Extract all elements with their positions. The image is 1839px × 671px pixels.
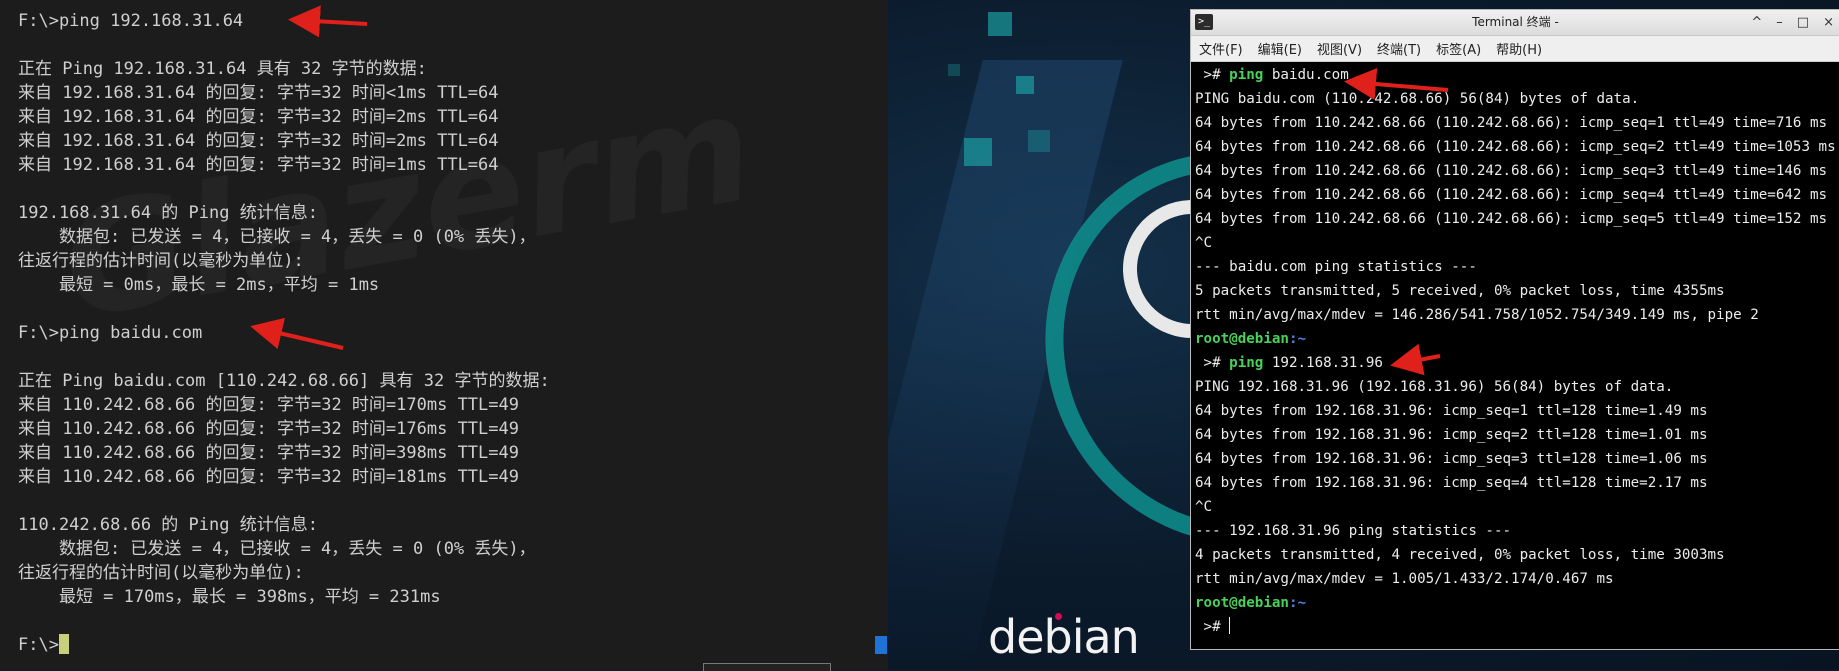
debian-logo: debian bbox=[988, 610, 1140, 664]
terminal-line: 来自 110.242.68.66 的回复: 字节=32 时间=176ms TTL… bbox=[18, 419, 519, 439]
shade-button[interactable]: ^ bbox=[1751, 15, 1762, 30]
terminal-line: 往返行程的估计时间(以毫秒为单位): bbox=[18, 251, 304, 271]
menu-edit[interactable]: 编辑(E) bbox=[1258, 39, 1302, 58]
terminal-line: 来自 192.168.31.64 的回复: 字节=32 时间<1ms TTL=6… bbox=[18, 83, 499, 103]
terminal-line: 最短 = 170ms，最长 = 398ms，平均 = 231ms bbox=[18, 587, 441, 607]
output-line: 5 packets transmitted, 5 received, 0% pa… bbox=[1195, 283, 1725, 299]
output-line: 64 bytes from 110.242.68.66 (110.242.68.… bbox=[1195, 115, 1828, 131]
terminal-line: 来自 192.168.31.64 的回复: 字节=32 时间=1ms TTL=6… bbox=[18, 155, 499, 175]
prompt-user: root@debian bbox=[1195, 331, 1289, 347]
wallpaper-square bbox=[1016, 76, 1034, 94]
terminal-line: F:\>ping baidu.com bbox=[18, 323, 203, 343]
terminal-line: 正在 Ping 192.168.31.64 具有 32 字节的数据: bbox=[18, 59, 427, 79]
output-line: 64 bytes from 192.168.31.96: icmp_seq=4 … bbox=[1195, 475, 1708, 491]
prompt-line: root@debian:~ bbox=[1195, 327, 1839, 351]
terminal-window[interactable]: >_ Terminal 终端 - ^ – □ × 文件(F) 编辑(E) 视图(… bbox=[1190, 9, 1839, 650]
output-line: 64 bytes from 192.168.31.96: icmp_seq=1 … bbox=[1195, 403, 1708, 419]
wallpaper-square bbox=[948, 64, 960, 76]
output-line: ^C bbox=[1195, 499, 1213, 515]
output-line: rtt min/avg/max/mdev = 1.005/1.433/2.174… bbox=[1195, 571, 1614, 587]
terminal-line: 数据包: 已发送 = 4，已接收 = 4，丢失 = 0 (0% 丢失)， bbox=[18, 539, 536, 559]
wallpaper-square bbox=[1028, 130, 1050, 152]
terminal-line: F:\>ping 192.168.31.64 bbox=[18, 11, 244, 31]
prompt-user: root@debian bbox=[1195, 595, 1289, 611]
prompt-symbol: ># bbox=[1195, 67, 1221, 83]
terminal-line: 192.168.31.64 的 Ping 统计信息: bbox=[18, 203, 318, 223]
terminal-line: 110.242.68.66 的 Ping 统计信息: bbox=[18, 515, 318, 535]
text-cursor bbox=[1229, 617, 1231, 634]
window-titlebar[interactable]: >_ Terminal 终端 - ^ – □ × bbox=[1191, 10, 1839, 36]
terminal-output: F:\>ping 192.168.31.64 正在 Ping 192.168.3… bbox=[18, 9, 888, 657]
maximize-button[interactable]: □ bbox=[1797, 15, 1809, 30]
command-line: ># ping 192.168.31.96 bbox=[1195, 351, 1839, 375]
output-line: PING 192.168.31.96 (192.168.31.96) 56(84… bbox=[1195, 379, 1674, 395]
prompt-path: :~ bbox=[1288, 595, 1307, 611]
output-line: 64 bytes from 110.242.68.66 (110.242.68.… bbox=[1195, 139, 1836, 155]
menu-file[interactable]: 文件(F) bbox=[1199, 39, 1243, 58]
terminal-line: 最短 = 0ms，最长 = 2ms，平均 = 1ms bbox=[18, 275, 380, 295]
window-controls: ^ – □ × bbox=[1751, 10, 1834, 35]
output-line: 4 packets transmitted, 4 received, 0% pa… bbox=[1195, 547, 1725, 563]
output-line: ^C bbox=[1195, 235, 1213, 251]
close-button[interactable]: × bbox=[1823, 15, 1834, 30]
command-line: ># ping baidu.com bbox=[1195, 63, 1839, 87]
output-line: 64 bytes from 192.168.31.96: icmp_seq=2 … bbox=[1195, 427, 1708, 443]
prompt-symbol: ># bbox=[1195, 619, 1221, 635]
command-arg: 192.168.31.96 bbox=[1271, 355, 1383, 371]
window-title: Terminal 终端 - bbox=[1472, 15, 1559, 29]
debian-logo-dot bbox=[1055, 613, 1062, 620]
command-arg: baidu.com bbox=[1271, 67, 1349, 83]
terminal-line: 往返行程的估计时间(以毫秒为单位): bbox=[18, 563, 304, 583]
output-line: 64 bytes from 110.242.68.66 (110.242.68.… bbox=[1195, 187, 1828, 203]
wallpaper-square bbox=[988, 12, 1012, 36]
menu-view[interactable]: 视图(V) bbox=[1317, 39, 1362, 58]
terminal-line: 数据包: 已发送 = 4，已接收 = 4，丢失 = 0 (0% 丢失)， bbox=[18, 227, 536, 247]
terminal-line: 来自 192.168.31.64 的回复: 字节=32 时间=2ms TTL=6… bbox=[18, 107, 499, 127]
text-cursor bbox=[58, 634, 69, 654]
terminal-output[interactable]: ># ping baidu.com PING baidu.com (110.24… bbox=[1195, 63, 1839, 639]
output-line: --- baidu.com ping statistics --- bbox=[1195, 259, 1477, 275]
prompt-symbol: ># bbox=[1195, 355, 1221, 371]
prompt-path: :~ bbox=[1288, 331, 1307, 347]
output-line: rtt min/avg/max/mdev = 146.286/541.758/1… bbox=[1195, 307, 1759, 323]
menu-help[interactable]: 帮助(H) bbox=[1496, 39, 1542, 58]
terminal-line: 来自 192.168.31.64 的回复: 字节=32 时间=2ms TTL=6… bbox=[18, 131, 499, 151]
terminal-prompt-line[interactable]: F:\> bbox=[18, 633, 888, 657]
output-line: 64 bytes from 192.168.31.96: icmp_seq=3 … bbox=[1195, 451, 1708, 467]
menu-terminal[interactable]: 终端(T) bbox=[1377, 39, 1421, 58]
output-line: PING baidu.com (110.242.68.66) 56(84) by… bbox=[1195, 91, 1640, 107]
terminal-line: 来自 110.242.68.66 的回复: 字节=32 时间=170ms TTL… bbox=[18, 395, 519, 415]
windows-terminal[interactable]: Glazerm F:\>ping 192.168.31.64 正在 Ping 1… bbox=[0, 0, 888, 670]
minimize-button[interactable]: – bbox=[1776, 15, 1783, 30]
menu-bar: 文件(F) 编辑(E) 视图(V) 终端(T) 标签(A) 帮助(H) bbox=[1191, 36, 1839, 62]
output-line: --- 192.168.31.96 ping statistics --- bbox=[1195, 523, 1512, 539]
output-line: 64 bytes from 110.242.68.66 (110.242.68.… bbox=[1195, 163, 1828, 179]
prompt-line: root@debian:~ bbox=[1195, 591, 1839, 615]
terminal-line: 来自 110.242.68.66 的回复: 字节=32 时间=181ms TTL… bbox=[18, 467, 519, 487]
command-name: ping bbox=[1229, 355, 1264, 371]
menu-tabs[interactable]: 标签(A) bbox=[1436, 39, 1481, 58]
terminal-line: 来自 110.242.68.66 的回复: 字节=32 时间=398ms TTL… bbox=[18, 443, 519, 463]
command-name: ping bbox=[1229, 67, 1264, 83]
output-line: 64 bytes from 110.242.68.66 (110.242.68.… bbox=[1195, 211, 1828, 227]
wallpaper-square bbox=[964, 138, 992, 166]
active-prompt-line[interactable]: ># bbox=[1195, 615, 1839, 639]
scroll-indicator[interactable] bbox=[875, 636, 887, 654]
terminal-prompt: F:\> bbox=[18, 635, 59, 655]
terminal-line: 正在 Ping baidu.com [110.242.68.66] 具有 32 … bbox=[18, 371, 550, 391]
